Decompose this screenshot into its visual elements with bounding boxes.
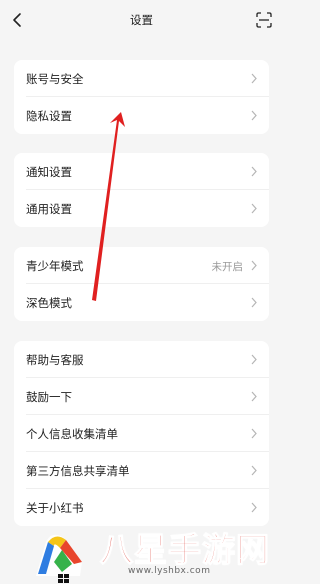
settings-item-label: 帮助与客服 xyxy=(26,353,84,367)
chevron-right-icon xyxy=(251,260,257,271)
settings-group-account: 账号与安全 隐私设置 xyxy=(14,60,269,134)
settings-item-label: 第三方信息共享清单 xyxy=(26,464,130,478)
scan-icon[interactable] xyxy=(256,12,272,28)
settings-item-label: 深色模式 xyxy=(26,296,72,310)
settings-item-help[interactable]: 帮助与客服 xyxy=(14,341,269,378)
settings-item-privacy[interactable]: 隐私设置 xyxy=(14,97,269,134)
settings-group-notifications: 通知设置 通用设置 xyxy=(14,153,269,227)
settings-item-label: 个人信息收集清单 xyxy=(26,427,118,441)
settings-item-status: 未开启 xyxy=(211,261,244,273)
settings-item-general[interactable]: 通用设置 xyxy=(14,190,269,227)
chevron-right-icon xyxy=(251,166,257,177)
chevron-right-icon xyxy=(251,391,257,402)
settings-item-dark-mode[interactable]: 深色模式 xyxy=(14,284,269,321)
watermark-text: 八星手游网 xyxy=(99,529,270,569)
settings-item-label: 青少年模式 xyxy=(26,259,84,273)
chevron-right-icon xyxy=(251,465,257,476)
settings-item-label: 账号与安全 xyxy=(26,72,84,86)
settings-item-personal-info-list[interactable]: 个人信息收集清单 xyxy=(14,415,269,452)
watermark-url: www.lyshbx.com xyxy=(128,566,211,576)
chevron-right-icon xyxy=(251,73,257,84)
chevron-right-icon xyxy=(251,110,257,121)
settings-item-label: 通用设置 xyxy=(26,202,72,216)
chevron-right-icon xyxy=(251,428,257,439)
chevron-right-icon xyxy=(251,354,257,365)
settings-item-label: 隐私设置 xyxy=(26,109,72,123)
chevron-right-icon xyxy=(251,203,257,214)
settings-item-notifications[interactable]: 通知设置 xyxy=(14,153,269,190)
settings-group-modes: 青少年模式 未开启 深色模式 xyxy=(14,247,269,321)
chevron-right-icon xyxy=(251,297,257,308)
settings-item-encourage[interactable]: 鼓励一下 xyxy=(14,378,269,415)
settings-item-label: 通知设置 xyxy=(26,165,72,179)
settings-item-third-party-list[interactable]: 第三方信息共享清单 xyxy=(14,452,269,489)
settings-group-help: 帮助与客服 鼓励一下 个人信息收集清单 第三方信息共享清单 关于小红书 xyxy=(14,341,269,526)
nav-bar: 设置 xyxy=(0,0,283,42)
page-title: 设置 xyxy=(130,13,153,27)
settings-item-teen-mode[interactable]: 青少年模式 未开启 xyxy=(14,247,269,284)
chevron-right-icon xyxy=(251,502,257,513)
settings-item-label: 鼓励一下 xyxy=(26,390,72,404)
settings-item-label: 关于小红书 xyxy=(26,501,84,515)
settings-item-account-security[interactable]: 账号与安全 xyxy=(14,60,269,97)
